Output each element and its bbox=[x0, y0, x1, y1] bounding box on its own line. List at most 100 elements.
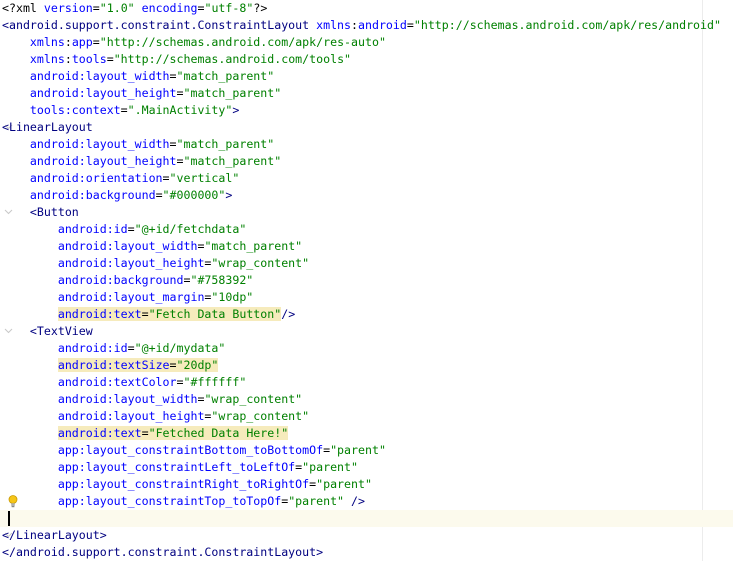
line-text: android:layout_margin="10dp" bbox=[2, 289, 253, 306]
code-token: android:layout_margin bbox=[2, 290, 205, 304]
code-token: tools bbox=[71, 52, 107, 66]
code-line[interactable]: android:layout_width="match_parent" bbox=[0, 238, 733, 255]
line-text: tools:context=".MainActivity"> bbox=[2, 102, 239, 119]
line-text: <android.support.constraint.ConstraintLa… bbox=[2, 17, 721, 34]
code-token: "#ffffff" bbox=[183, 375, 247, 389]
code-token: "match_parent" bbox=[183, 154, 282, 168]
code-token: encoding bbox=[141, 1, 198, 15]
line-text: android:layout_width="match_parent" bbox=[2, 136, 274, 153]
code-token: = bbox=[127, 341, 135, 355]
line-text: </android.support.constraint.ConstraintL… bbox=[2, 544, 323, 561]
code-token: android:layout_width bbox=[2, 392, 198, 406]
code-token: "parent" bbox=[288, 494, 345, 508]
code-line[interactable]: <TextView bbox=[0, 323, 733, 340]
code-line[interactable]: tools:context=".MainActivity"> bbox=[0, 102, 733, 119]
code-token: android:textColor bbox=[2, 375, 177, 389]
code-editor[interactable]: <?xml version="1.0" encoding="utf-8"?> <a… bbox=[0, 0, 733, 561]
line-text: android:layout_height="wrap_content" bbox=[2, 255, 309, 272]
code-token: = bbox=[406, 18, 414, 32]
line-text: android:text="Fetched Data Here!" bbox=[2, 425, 289, 442]
code-line[interactable]: android:id="@+id/mydata" bbox=[0, 340, 733, 357]
code-token: = bbox=[176, 86, 184, 100]
code-line[interactable]: android:background="#758392" bbox=[0, 272, 733, 289]
code-line[interactable]: android:layout_width="match_parent" bbox=[0, 68, 733, 85]
code-line[interactable]: app:layout_constraintTop_toTopOf="parent… bbox=[0, 493, 733, 510]
code-token: "http://schemas.android.com/apk/res/andr… bbox=[413, 18, 721, 32]
code-line[interactable]: </LinearLayout> bbox=[0, 527, 733, 544]
code-line[interactable]: android:textSize="20dp" bbox=[0, 357, 733, 374]
code-token: "vertical" bbox=[169, 171, 240, 185]
code-token: "20dp" bbox=[176, 358, 219, 372]
code-line[interactable]: android:text="Fetch Data Button"/> bbox=[0, 306, 733, 323]
code-line[interactable]: android:layout_margin="10dp" bbox=[0, 289, 733, 306]
line-text: android:layout_width="match_parent" bbox=[2, 238, 302, 255]
line-text: android:background="#000000"> bbox=[2, 187, 232, 204]
code-token: "wrap_content" bbox=[204, 392, 303, 406]
code-line[interactable]: <Button bbox=[0, 204, 733, 221]
code-token: android:layout_width bbox=[2, 239, 198, 253]
code-token: android:text bbox=[57, 426, 142, 440]
code-line[interactable]: <android.support.constraint.ConstraintLa… bbox=[0, 17, 733, 34]
code-line[interactable]: android:layout_height="match_parent" bbox=[0, 85, 733, 102]
code-token: = bbox=[169, 69, 177, 83]
code-token: app:layout_constraintLeft_toLeftOf bbox=[2, 460, 296, 474]
code-token: </LinearLayout> bbox=[2, 528, 107, 542]
code-token: <TextView bbox=[2, 324, 93, 338]
code-line[interactable]: android:orientation="vertical" bbox=[0, 170, 733, 187]
code-token: /> bbox=[344, 494, 365, 508]
code-token: "#000000" bbox=[162, 188, 226, 202]
code-token: /> bbox=[281, 307, 296, 321]
code-line[interactable]: app:layout_constraintLeft_toLeftOf="pare… bbox=[0, 459, 733, 476]
code-line[interactable]: xmlns:tools="http://schemas.android.com/… bbox=[0, 51, 733, 68]
current-code-line[interactable] bbox=[0, 510, 733, 527]
code-token: tools:context bbox=[2, 103, 121, 117]
line-text: android:textColor="#ffffff" bbox=[2, 374, 247, 391]
code-token: = bbox=[127, 222, 135, 236]
code-token: android:layout_width bbox=[2, 137, 170, 151]
code-line[interactable]: android:layout_height="wrap_content" bbox=[0, 408, 733, 425]
code-token: = bbox=[169, 358, 177, 372]
line-text: android:layout_width="match_parent" bbox=[2, 68, 274, 85]
code-token: "Fetched Data Here!" bbox=[148, 426, 289, 440]
line-text: android:textSize="20dp" bbox=[2, 357, 219, 374]
code-token: : bbox=[64, 35, 72, 49]
code-line[interactable]: android:layout_width="wrap_content" bbox=[0, 391, 733, 408]
code-token: android:layout_height bbox=[2, 409, 205, 423]
code-line[interactable]: android:layout_height="wrap_content" bbox=[0, 255, 733, 272]
code-token: android:layout_height bbox=[2, 256, 205, 270]
code-token: app:layout_constraintTop_toTopOf bbox=[2, 494, 282, 508]
code-token: android:layout_height bbox=[2, 86, 177, 100]
code-line[interactable]: android:textColor="#ffffff" bbox=[0, 374, 733, 391]
code-line[interactable]: android:text="Fetched Data Here!" bbox=[0, 425, 733, 442]
code-line[interactable]: android:background="#000000"> bbox=[0, 187, 733, 204]
code-token: app:layout_constraintRight_toRightOf bbox=[2, 477, 310, 491]
code-token: "http://schemas.android.com/tools" bbox=[113, 52, 352, 66]
code-line[interactable]: </android.support.constraint.ConstraintL… bbox=[0, 544, 733, 561]
code-line[interactable]: android:layout_height="match_parent" bbox=[0, 153, 733, 170]
code-token: xmlns bbox=[316, 18, 352, 32]
code-line[interactable]: app:layout_constraintRight_toRightOf="pa… bbox=[0, 476, 733, 493]
code-token: : bbox=[351, 18, 358, 32]
code-token: = bbox=[141, 426, 149, 440]
line-text: app:layout_constraintTop_toTopOf="parent… bbox=[2, 493, 365, 510]
code-line[interactable]: android:layout_width="match_parent" bbox=[0, 136, 733, 153]
code-line[interactable]: app:layout_constraintBottom_toBottomOf="… bbox=[0, 442, 733, 459]
code-line[interactable]: <?xml version="1.0" encoding="utf-8"?> bbox=[0, 0, 733, 17]
line-text: android:background="#758392" bbox=[2, 272, 253, 289]
code-token: <android.support.constraint.ConstraintLa… bbox=[2, 18, 317, 32]
code-token: android:textSize bbox=[57, 358, 170, 372]
code-token: "Fetch Data Button" bbox=[148, 307, 282, 321]
code-token: = bbox=[169, 137, 177, 151]
code-token: xmlns bbox=[29, 35, 65, 49]
code-token: <Button bbox=[2, 205, 79, 219]
code-token: "match_parent" bbox=[176, 69, 275, 83]
code-line[interactable]: android:id="@+id/fetchdata" bbox=[0, 221, 733, 238]
code-token: version bbox=[43, 1, 93, 15]
code-line[interactable]: xmlns:app="http://schemas.android.com/ap… bbox=[0, 34, 733, 51]
code-line[interactable]: <LinearLayout bbox=[0, 119, 733, 136]
line-text: android:layout_height="wrap_content" bbox=[2, 408, 309, 425]
code-token: > bbox=[232, 103, 240, 117]
line-text: app:layout_constraintRight_toRightOf="pa… bbox=[2, 476, 372, 493]
